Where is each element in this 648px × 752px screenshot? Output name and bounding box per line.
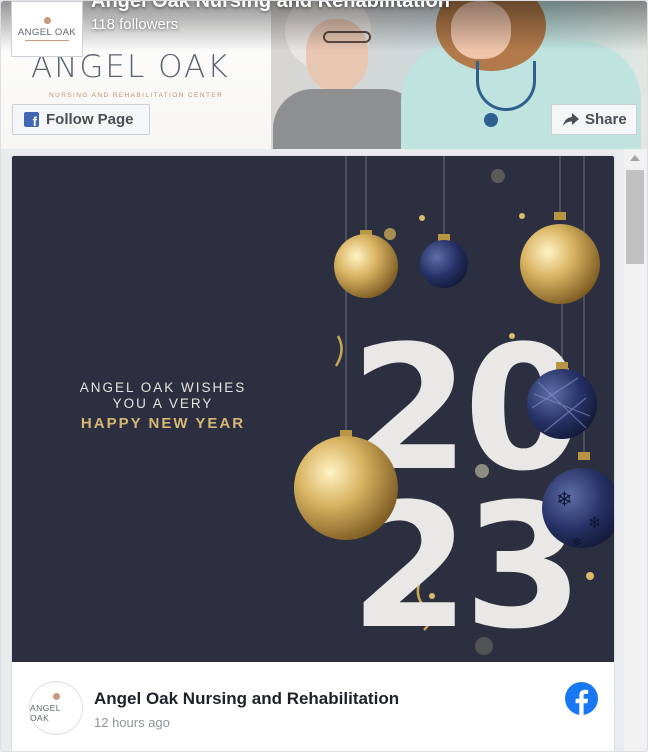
svg-text:❄: ❄ xyxy=(572,535,582,549)
svg-text:❄: ❄ xyxy=(588,513,601,532)
cover-banner[interactable]: ANGEL OAK NURSING AND REHABILITATION CEN… xyxy=(1,1,647,149)
greeting-line-2: YOU A VERY xyxy=(112,396,214,411)
post-avatar-logo-text: ANGEL OAK xyxy=(30,703,61,723)
facebook-page-widget: ANGEL OAK NURSING AND REHABILITATION CEN… xyxy=(0,0,648,752)
feed-scrollbar[interactable] xyxy=(624,149,647,751)
share-arrow-icon xyxy=(563,113,579,126)
share-button[interactable]: Share xyxy=(551,104,637,135)
facebook-square-icon xyxy=(24,112,39,129)
svg-text:❄: ❄ xyxy=(556,487,573,511)
facebook-circle-icon[interactable] xyxy=(565,682,598,715)
scroll-thumb[interactable] xyxy=(626,170,644,264)
cover-logo-tagline: NURSING AND REHABILITATION CENTER xyxy=(49,92,224,99)
post-image[interactable]: ANGEL OAK WISHES YOU A VERY HAPPY NEW YE… xyxy=(12,156,614,662)
page-title[interactable]: Angel Oak Nursing and Rehabilitation xyxy=(91,1,450,13)
share-label: Share xyxy=(585,111,627,128)
page-avatar[interactable]: ANGEL OAK xyxy=(11,1,83,57)
follow-page-label: Follow Page xyxy=(46,111,134,128)
post-author-name[interactable]: Angel Oak Nursing and Rehabilitation xyxy=(94,689,399,709)
scroll-up-arrow-icon[interactable] xyxy=(630,155,640,161)
greeting-line-1: ANGEL OAK WISHES xyxy=(79,380,247,395)
logo-mark-icon xyxy=(43,17,51,24)
follower-count: 118 followers xyxy=(91,16,179,33)
post-timestamp[interactable]: 12 hours ago xyxy=(94,715,170,730)
new-year-artwork: 20 23 ❄ ❄ ❄ xyxy=(294,156,614,662)
avatar-logo-text: ANGEL OAK xyxy=(17,27,77,38)
post-author-avatar[interactable]: ANGEL OAK xyxy=(29,681,83,735)
post-card: ANGEL OAK WISHES YOU A VERY HAPPY NEW YE… xyxy=(11,155,615,751)
greeting-line-3: HAPPY NEW YEAR xyxy=(80,415,246,432)
logo-mark-icon xyxy=(52,693,60,700)
follow-page-button[interactable]: Follow Page xyxy=(12,104,150,135)
timeline-feed[interactable]: ANGEL OAK WISHES YOU A VERY HAPPY NEW YE… xyxy=(1,149,647,751)
post-header: ANGEL OAK Angel Oak Nursing and Rehabili… xyxy=(12,662,614,751)
